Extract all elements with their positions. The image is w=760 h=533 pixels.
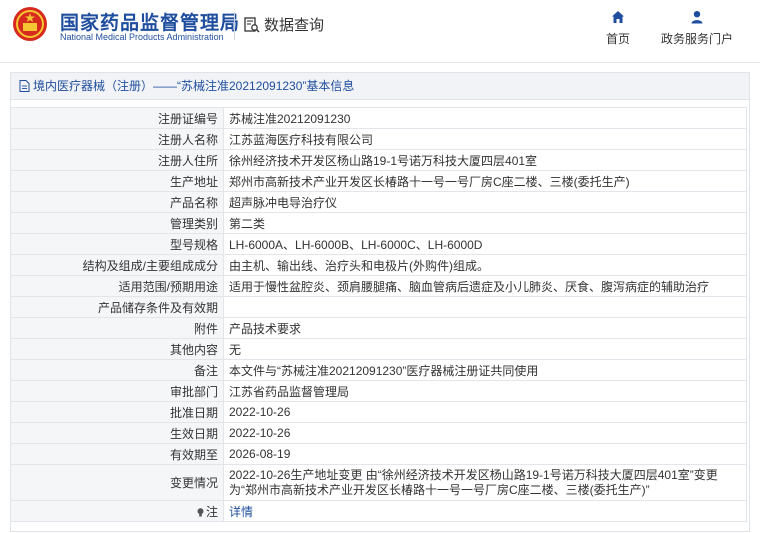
national-emblem-logo [13,7,47,41]
row-key: 生效日期 [10,422,224,444]
panel-title: 境内医疗器械（注册）——“苏械注准20212091230”基本信息 [11,73,749,100]
table-row: 备注 本文件与“苏械注准20212091230”医疗器械注册证共同使用 [10,359,747,381]
row-value: 超声脉冲电导治疗仪 [223,191,747,213]
note-key: 注 [10,500,224,522]
lightbulb-icon [197,508,204,517]
table-row: 附件 产品技术要求 [10,317,747,339]
brand-name-en: National Medical Products Administration [60,32,224,42]
row-key: 有效期至 [10,443,224,465]
details-link[interactable]: 详情 [229,505,253,519]
row-value: 江苏省药品监督管理局 [223,380,747,402]
table-row: 生产地址 郑州市高新技术产业开发区长椿路十一号一号厂房C座二楼、三楼(委托生产) [10,170,747,192]
row-key: 结构及组成/主要组成成分 [10,254,224,276]
row-key: 管理类别 [10,212,224,234]
row-key: 注册人名称 [10,128,224,150]
table-row: 有效期至 2026-08-19 [10,443,747,465]
table-row: 产品名称 超声脉冲电导治疗仪 [10,191,747,213]
row-key: 其他内容 [10,338,224,360]
data-query-link[interactable]: 数据查询 [244,14,324,35]
row-key: 注册人住所 [10,149,224,171]
row-value: 2022-10-26 [223,422,747,444]
brand-name-cn: 国家药品监督管理局 [60,13,241,34]
row-key: 批准日期 [10,401,224,423]
nav-home-label: 首页 [606,32,631,46]
row-value: 由主机、输出线、治疗头和电极片(外购件)组成。 [223,254,747,276]
row-key: 适用范围/预期用途 [10,275,224,297]
row-value: 2022-10-26生产地址变更 由“徐州经济技术开发区杨山路19-1号诺万科技… [223,464,747,501]
row-value: LH-6000A、LH-6000B、LH-6000C、LH-6000D [223,233,747,255]
table-row: 生效日期 2022-10-26 [10,422,747,444]
row-key: 变更情况 [10,464,224,501]
note-value: 详情 [223,500,747,522]
row-value: 江苏蓝海医疗科技有限公司 [223,128,747,150]
home-icon [612,11,624,23]
panel-title-text: 境内医疗器械（注册）——“苏械注准20212091230”基本信息 [33,79,355,93]
row-key: 产品名称 [10,191,224,213]
row-key: 审批部门 [10,380,224,402]
row-key: 附件 [10,317,224,339]
row-value: 2022-10-26 [223,401,747,423]
row-value: 苏械注准20212091230 [223,107,747,129]
table-row: 变更情况 2022-10-26生产地址变更 由“徐州经济技术开发区杨山路19-1号… [10,464,747,501]
row-value: 2026-08-19 [223,443,747,465]
search-document-icon [244,16,260,32]
table-row: 批准日期 2022-10-26 [10,401,747,423]
site-header: 国家药品监督管理局 National Medical Products Admi… [0,0,760,63]
nav-service-portal-label: 政务服务门户 [661,32,734,46]
row-key: 生产地址 [10,170,224,192]
user-icon [691,11,703,24]
row-value: 第二类 [223,212,747,234]
table-row: 管理类别 第二类 [10,212,747,234]
note-key-label: 注 [205,504,218,519]
row-value: 适用于慢性盆腔炎、颈肩腰腿痛、脑血管病后遗症及小儿肺炎、厌食、腹泻病症的辅助治疗 [223,275,747,297]
row-value: 郑州市高新技术产业开发区长椿路十一号一号厂房C座二楼、三楼(委托生产) [223,170,747,192]
row-value: 徐州经济技术开发区杨山路19-1号诺万科技大厦四层401室 [223,149,747,171]
detail-panel: 境内医疗器械（注册）——“苏械注准20212091230”基本信息 注册证编号苏… [10,72,750,532]
nav-service-portal[interactable]: 政务服务门户 [661,10,733,47]
table-row: 审批部门 江苏省药品监督管理局 [10,380,747,402]
header-divider [234,12,235,40]
row-key: 注册证编号 [10,107,224,129]
note-row: 注 详情 [10,500,747,522]
table-row: 注册人住所 徐州经济技术开发区杨山路19-1号诺万科技大厦四层401室 [10,149,747,171]
row-value [223,296,747,318]
row-value: 无 [223,338,747,360]
row-key: 备注 [10,359,224,381]
row-key: 型号规格 [10,233,224,255]
row-value: 本文件与“苏械注准20212091230”医疗器械注册证共同使用 [223,359,747,381]
row-key: 产品储存条件及有效期 [10,296,224,318]
table-row: 产品储存条件及有效期 [10,296,747,318]
data-query-label: 数据查询 [264,17,325,34]
table-row: 结构及组成/主要组成成分 由主机、输出线、治疗头和电极片(外购件)组成。 [10,254,747,276]
table-row: 注册证编号 苏械注准20212091230 [10,107,747,129]
table-row: 适用范围/预期用途 适用于慢性盆腔炎、颈肩腰腿痛、脑血管病后遗症及小儿肺炎、厌食、… [10,275,747,297]
info-table-wrapper: 注册证编号 苏械注准20212091230 注册人名称 江苏蓝海医疗科技有限公司 注… [10,107,747,522]
nav-home[interactable]: 首页 [606,10,630,47]
table-row: 型号规格 LH-6000A、LH-6000B、LH-6000C、LH-6000D [10,233,747,255]
row-value: 产品技术要求 [223,317,747,339]
info-table: 注册证编号 苏械注准20212091230 注册人名称 江苏蓝海医疗科技有限公司 注… [10,107,747,522]
table-row: 注册人名称 江苏蓝海医疗科技有限公司 [10,128,747,150]
table-row: 其他内容无 [10,338,747,360]
document-icon [19,80,30,92]
